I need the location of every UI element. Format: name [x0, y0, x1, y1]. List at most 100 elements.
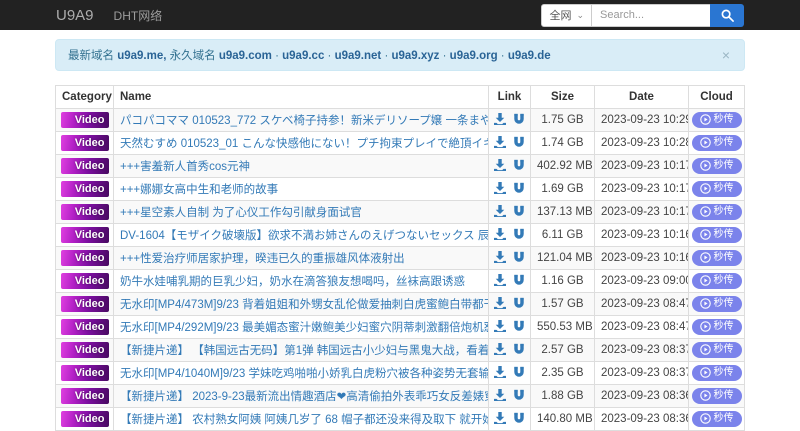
- cloud-play-button[interactable]: 秒传: [691, 226, 742, 243]
- permanent-label: 永久域名: [169, 50, 216, 62]
- download-icon[interactable]: [493, 181, 506, 194]
- date-value: 2023-09-23 08:37:11: [594, 338, 689, 362]
- permanent-domain-link[interactable]: u9a9.xyz: [391, 50, 439, 62]
- torrent-title-link[interactable]: +++星空素人自制 为了心仪工作勾引献身面试官: [120, 207, 362, 219]
- torrent-title-link[interactable]: 无水印[MP4/1040M]9/23 学妹吃鸡啪啪小娇乳白虎粉穴被各种姿势无套输…: [120, 368, 488, 380]
- size-value: 1.88 GB: [530, 384, 595, 408]
- size-value: 1.57 GB: [530, 292, 595, 316]
- latest-domain-link[interactable]: u9a9.me,: [117, 50, 166, 62]
- download-icon[interactable]: [493, 273, 506, 286]
- torrent-title-link[interactable]: 【新捷片递】 2023-9-23最新流出情趣酒店❤高清偷拍外表乖巧女反差婊穿上黑…: [120, 391, 488, 403]
- magnet-icon[interactable]: [513, 228, 525, 240]
- permanent-domain-link[interactable]: u9a9.org: [450, 50, 498, 62]
- torrent-title-link[interactable]: 无水印[MP4/473M]9/23 背着姐姐和外甥女乱伦做爱抽刺白虎蜜鲍白带都干…: [120, 299, 488, 311]
- download-icon[interactable]: [493, 204, 506, 217]
- table-row: Video 无水印[MP4/473M]9/23 背着姐姐和外甥女乱伦做爱抽刺白虎…: [55, 292, 745, 316]
- search-icon: [721, 9, 734, 22]
- download-icon[interactable]: [493, 112, 506, 125]
- category-badge-video[interactable]: Video: [60, 296, 109, 312]
- torrent-title-link[interactable]: 奶牛水娃哺乳期的巨乳少妇，奶水在滴答狼友想喝吗，丝袜高跟诱惑: [120, 276, 465, 288]
- table-row: Video +++星空素人自制 为了心仪工作勾引献身面试官 137.13 MB …: [55, 200, 745, 224]
- torrent-title-link[interactable]: +++娜娜女高中生和老师的故事: [120, 184, 278, 196]
- category-badge-video[interactable]: Video: [60, 365, 109, 381]
- download-icon[interactable]: [493, 227, 506, 240]
- search-scope-label: 全网: [549, 10, 572, 22]
- cloud-play-button[interactable]: 秒传: [691, 364, 742, 381]
- cloud-play-button[interactable]: 秒传: [691, 203, 742, 220]
- magnet-icon[interactable]: [513, 366, 525, 378]
- brand-link[interactable]: U9A9: [56, 7, 94, 24]
- magnet-icon[interactable]: [513, 297, 525, 309]
- category-badge-video[interactable]: Video: [60, 250, 109, 266]
- download-icon[interactable]: [493, 158, 506, 171]
- cloud-play-button[interactable]: 秒传: [691, 157, 742, 174]
- download-icon[interactable]: [493, 135, 506, 148]
- cloud-play-button[interactable]: 秒传: [691, 387, 742, 404]
- play-circle-icon: [699, 160, 711, 172]
- download-icon[interactable]: [493, 365, 506, 378]
- download-icon[interactable]: [493, 250, 506, 263]
- torrent-title-link[interactable]: +++害羞新人首秀cos元神: [120, 161, 250, 173]
- download-icon[interactable]: [493, 388, 506, 401]
- nav-link-dht[interactable]: DHT网络: [114, 7, 163, 24]
- cloud-play-button[interactable]: 秒传: [691, 341, 742, 358]
- torrent-title-link[interactable]: DV-1604【モザイク破壊版】欲求不満お姉さんのえげつないセックス 辰巳ゆい: [120, 230, 488, 242]
- torrent-title-link[interactable]: 【新捷片递】 【韩国远古无码】第1弹 韩国远古小少妇与黑鬼大战，看着大屌在韩国女…: [120, 345, 488, 357]
- date-value: 2023-09-23 08:36:44: [594, 407, 689, 431]
- search-scope-select[interactable]: 全网 ⌄: [541, 3, 592, 27]
- torrent-title-link[interactable]: パコパコママ 010523_772 スケベ椅子持参！新米デリソープ嬢 一条まや: [120, 115, 488, 127]
- search-input[interactable]: [592, 3, 710, 27]
- category-badge-video[interactable]: Video: [60, 273, 109, 289]
- torrent-title-link[interactable]: 【新捷片递】 农村熟女阿姨 阿姨几岁了 68 帽子都还没来得及取下 就开始了 被…: [120, 414, 488, 426]
- magnet-icon[interactable]: [513, 343, 525, 355]
- play-circle-icon: [699, 321, 711, 333]
- cloud-play-button[interactable]: 秒传: [691, 318, 742, 335]
- cloud-play-button[interactable]: 秒传: [691, 111, 742, 128]
- magnet-icon[interactable]: [513, 205, 525, 217]
- cloud-play-button[interactable]: 秒传: [691, 295, 742, 312]
- category-badge-video[interactable]: Video: [60, 158, 109, 174]
- torrent-title-link[interactable]: 天然むすめ 010523_01 こんな快感他にない！プチ拘束プレイで絶頂イキ 高…: [120, 138, 488, 150]
- cloud-play-button[interactable]: 秒传: [691, 134, 742, 151]
- category-badge-video[interactable]: Video: [60, 342, 109, 358]
- download-icon[interactable]: [493, 319, 506, 332]
- magnet-icon[interactable]: [513, 412, 525, 424]
- category-badge-video[interactable]: Video: [60, 204, 109, 220]
- permanent-domain-link[interactable]: u9a9.cc: [282, 50, 324, 62]
- cloud-button-label: 秒传: [713, 159, 734, 171]
- download-icon[interactable]: [493, 411, 506, 424]
- magnet-icon[interactable]: [513, 274, 525, 286]
- category-badge-video[interactable]: Video: [60, 181, 109, 197]
- category-badge-video[interactable]: Video: [60, 112, 109, 128]
- magnet-icon[interactable]: [513, 159, 525, 171]
- torrent-title-link[interactable]: +++性爱治疗师居家护理，暌违已久的重振雄风体液射出: [120, 253, 405, 265]
- magnet-icon[interactable]: [513, 320, 525, 332]
- magnet-icon[interactable]: [513, 182, 525, 194]
- permanent-domain-link[interactable]: u9a9.com: [219, 50, 272, 62]
- magnet-icon[interactable]: [513, 136, 525, 148]
- cloud-button-label: 秒传: [713, 228, 734, 240]
- permanent-domain-link[interactable]: u9a9.de: [508, 50, 551, 62]
- download-icon[interactable]: [493, 296, 506, 309]
- category-badge-video[interactable]: Video: [60, 227, 109, 243]
- search-button[interactable]: [710, 3, 744, 27]
- magnet-icon[interactable]: [513, 389, 525, 401]
- permanent-domain-link[interactable]: u9a9.net: [335, 50, 382, 62]
- header-category: Category: [55, 85, 114, 109]
- cloud-play-button[interactable]: 秒传: [691, 272, 742, 289]
- table-row: Video 无水印[MP4/1040M]9/23 学妹吃鸡啪啪小娇乳白虎粉穴被各…: [55, 361, 745, 385]
- close-icon[interactable]: ×: [720, 48, 732, 62]
- date-value: 2023-09-23 10:17:28: [594, 177, 689, 201]
- category-badge-video[interactable]: Video: [60, 319, 109, 335]
- torrent-title-link[interactable]: 无水印[MP4/292M]9/23 最美媚态蜜汁嫩鲍美少妇蜜穴阴蒂刺激翻倍炮机怼…: [120, 322, 488, 334]
- magnet-icon[interactable]: [513, 251, 525, 263]
- cloud-play-button[interactable]: 秒传: [691, 180, 742, 197]
- table-row: Video 【新捷片递】 【韩国远古无码】第1弹 韩国远古小少妇与黑鬼大战，看着…: [55, 338, 745, 362]
- table-row: Video 无水印[MP4/292M]9/23 最美媚态蜜汁嫩鲍美少妇蜜穴阴蒂刺…: [55, 315, 745, 339]
- cloud-play-button[interactable]: 秒传: [691, 249, 742, 266]
- category-badge-video[interactable]: Video: [60, 388, 109, 404]
- download-icon[interactable]: [493, 342, 506, 355]
- magnet-icon[interactable]: [513, 113, 525, 125]
- category-badge-video[interactable]: Video: [60, 411, 109, 427]
- category-badge-video[interactable]: Video: [60, 135, 109, 151]
